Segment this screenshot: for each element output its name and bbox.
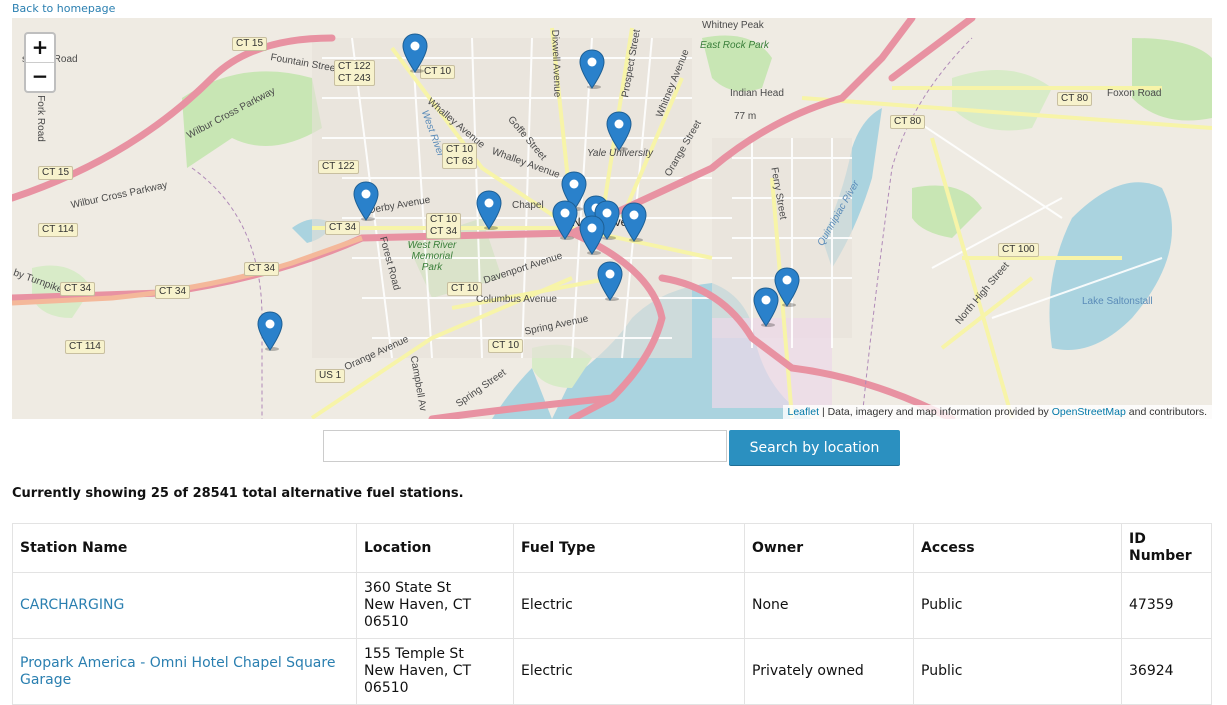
map-route-label: CT 34: [325, 221, 361, 235]
fuel-type-cell: Electric: [513, 572, 745, 639]
location-cell: 155 Temple St New Haven, CT 06510: [356, 638, 514, 705]
map-place-label: East Rock Park: [700, 40, 769, 51]
owner-cell: Privately owned: [744, 638, 914, 705]
map-route-label: CT 122: [318, 160, 359, 174]
map-route-label: CT 34: [244, 262, 280, 276]
location-cell: 360 State St New Haven, CT 06510: [356, 572, 514, 639]
search-by-location-button[interactable]: Search by location: [729, 430, 900, 465]
map-place-label: Dixwell Avenue: [549, 29, 563, 98]
map-route-label: CT 114: [38, 223, 78, 237]
map-place-label: Chapel: [512, 200, 544, 211]
map-place-label: Whitney Peak: [702, 20, 764, 31]
map-route-label: CT 34: [155, 285, 191, 299]
map-attribution: Leaflet | Data, imagery and map informat…: [782, 405, 1212, 419]
fuel-type-cell: Electric: [513, 638, 745, 705]
zoom-in-button[interactable]: +: [26, 34, 54, 62]
map-route-label: CT 122 CT 243: [334, 60, 375, 86]
map-marker-icon[interactable]: [402, 33, 428, 73]
location-search-input[interactable]: [323, 430, 727, 462]
table-row: Propark America - Omni Hotel Chapel Squa…: [12, 638, 1212, 705]
map-route-label: CT 34: [60, 282, 96, 296]
id-number-cell: 36924: [1121, 638, 1212, 705]
id-number-cell: 47359: [1121, 572, 1212, 639]
back-to-homepage-link[interactable]: Back to homepage: [12, 2, 115, 15]
map-place-label: West River Memorial Park: [407, 240, 457, 273]
map-route-label: CT 10 CT 63: [442, 143, 478, 169]
map-route-label: CT 10: [447, 282, 483, 296]
map-marker-icon[interactable]: [353, 181, 379, 221]
map-route-label: CT 80: [1057, 92, 1093, 106]
map-place-label: Foxon Road: [1107, 88, 1162, 99]
station-name-cell: Propark America - Omni Hotel Chapel Squa…: [12, 638, 357, 705]
access-cell: Public: [913, 572, 1122, 639]
map-route-label: CT 80: [890, 115, 926, 129]
leaflet-link[interactable]: Leaflet: [788, 406, 820, 418]
column-header-id-number: ID Number: [1121, 523, 1212, 573]
map-place-label: Columbus Avenue: [476, 294, 557, 305]
map-marker-icon[interactable]: [476, 190, 502, 230]
map-route-label: CT 10: [488, 339, 524, 353]
column-header-station-name: Station Name: [12, 523, 357, 573]
column-header-access: Access: [913, 523, 1122, 573]
station-name-link[interactable]: CARCHARGING: [20, 597, 124, 613]
openstreetmap-link[interactable]: OpenStreetMap: [1052, 406, 1126, 418]
map-route-label: CT 100: [998, 243, 1039, 257]
results-summary: Currently showing 25 of 28541 total alte…: [12, 486, 464, 501]
map-place-label: 77 m: [734, 111, 757, 122]
column-header-owner: Owner: [744, 523, 914, 573]
station-map[interactable]: + − CT 15 CT 122 CT 243 CT 10 CT 15 CT 12…: [12, 18, 1212, 419]
map-marker-icon[interactable]: [257, 311, 283, 351]
map-route-label: US 1: [315, 369, 346, 383]
map-marker-icon[interactable]: [579, 215, 605, 255]
table-header-row: Station Name Location Fuel Type Owner Ac…: [12, 523, 1212, 573]
table-row: CARCHARGING 360 State St New Haven, CT 0…: [12, 572, 1212, 639]
map-route-label: CT 15: [38, 166, 74, 180]
access-cell: Public: [913, 638, 1122, 705]
map-marker-icon[interactable]: [579, 49, 605, 89]
map-marker-icon[interactable]: [606, 111, 632, 151]
zoom-control: + −: [24, 32, 56, 93]
column-header-location: Location: [356, 523, 514, 573]
station-name-link[interactable]: Propark America - Omni Hotel Chapel Squa…: [20, 655, 335, 688]
zoom-out-button[interactable]: −: [26, 62, 54, 91]
column-header-fuel-type: Fuel Type: [513, 523, 745, 573]
map-route-label: CT 114: [65, 340, 105, 354]
map-route-label: CT 10 CT 34: [426, 213, 462, 239]
map-marker-icon[interactable]: [621, 202, 647, 242]
map-marker-icon[interactable]: [597, 261, 623, 301]
map-place-label: Fork Road: [34, 95, 46, 142]
map-marker-icon[interactable]: [552, 200, 578, 240]
owner-cell: None: [744, 572, 914, 639]
stations-table: Station Name Location Fuel Type Owner Ac…: [12, 523, 1212, 705]
map-marker-icon[interactable]: [753, 287, 779, 327]
map-route-label: CT 15: [232, 37, 268, 51]
map-place-label: Indian Head: [730, 88, 784, 99]
map-place-label: Lake Saltonstall: [1082, 296, 1153, 307]
station-name-cell: CARCHARGING: [12, 572, 357, 639]
